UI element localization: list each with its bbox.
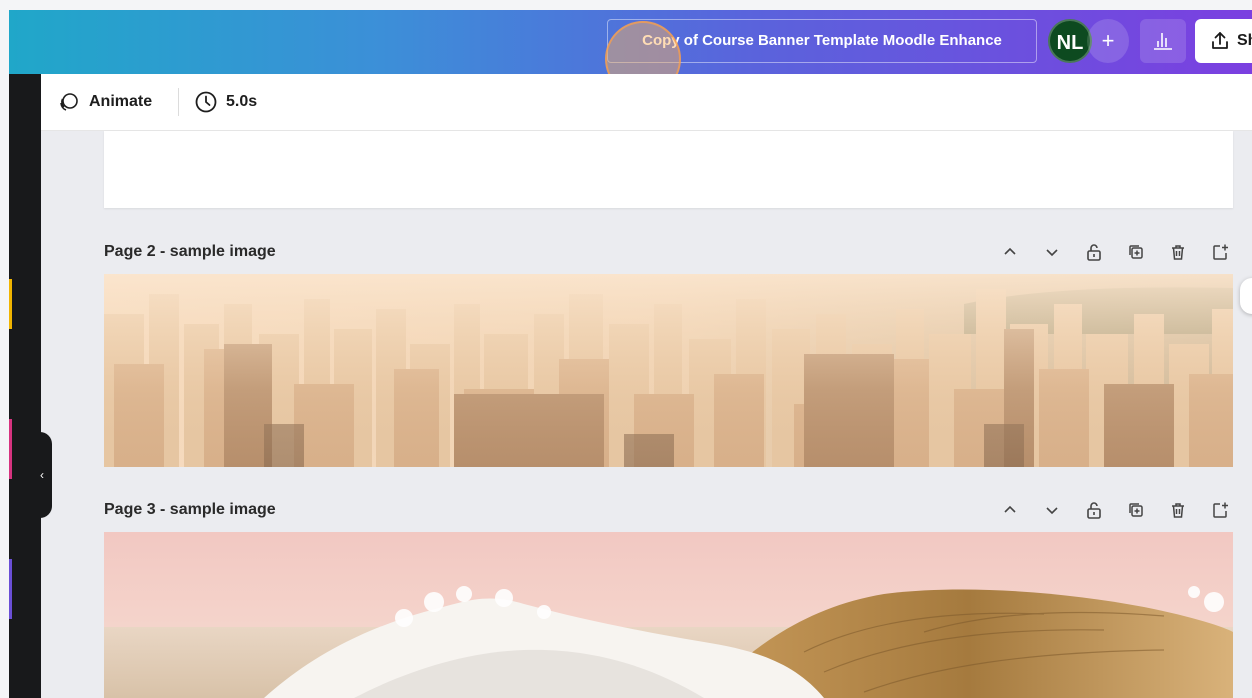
move-page-down-button[interactable]: [1038, 240, 1066, 264]
delete-page-button[interactable]: [1164, 240, 1192, 264]
trash-icon: [1172, 245, 1184, 260]
bar-chart-icon: [1154, 33, 1172, 50]
add-page-button[interactable]: [1206, 240, 1234, 264]
add-collaborator-button[interactable]: +: [1087, 19, 1129, 63]
chevron-down-icon: [1046, 507, 1058, 515]
city-skyline-image: [104, 274, 1233, 467]
chevron-up-icon: [1004, 505, 1016, 513]
delete-page-button[interactable]: [1164, 498, 1192, 522]
page-side-handle[interactable]: [1240, 278, 1252, 314]
rail-accent-purple: [9, 559, 12, 619]
side-panel-rail: [9, 74, 41, 698]
animate-icon: [60, 93, 78, 111]
design-title-field[interactable]: Copy of Course Banner Template Moodle En…: [607, 19, 1037, 63]
chevron-up-icon: [1004, 247, 1016, 255]
move-page-up-button[interactable]: [996, 498, 1024, 522]
lock-icon: [1087, 244, 1101, 261]
add-page-icon: [1213, 244, 1228, 260]
animate-label: Animate: [89, 93, 153, 110]
window-frame-left: [0, 0, 9, 698]
user-avatar[interactable]: NL: [1048, 19, 1092, 63]
move-page-down-button[interactable]: [1038, 498, 1066, 522]
page-2-actions: [996, 240, 1234, 264]
page-3-label: Page 3 - sample image: [104, 501, 276, 518]
clock-icon: [195, 91, 217, 113]
duration-label: 5.0s: [226, 93, 258, 110]
upload-icon: [1212, 31, 1228, 49]
editor-toolbar: Animate 5.0s: [41, 74, 1252, 131]
add-page-button[interactable]: [1206, 498, 1234, 522]
lock-page-button[interactable]: [1080, 498, 1108, 522]
page-2-image[interactable]: [104, 274, 1233, 467]
duplicate-icon: [1129, 245, 1143, 259]
share-button[interactable]: Sh: [1195, 19, 1252, 63]
trash-icon: [1172, 503, 1184, 518]
lock-page-button[interactable]: [1080, 240, 1108, 264]
page-3-actions: [996, 498, 1234, 522]
editor-header: Copy of Course Banner Template Moodle En…: [9, 10, 1252, 97]
collapse-panel-button[interactable]: ‹: [32, 432, 52, 518]
page-2-label: Page 2 - sample image: [104, 243, 276, 260]
toolbar-divider: [178, 88, 179, 116]
insights-button[interactable]: [1140, 19, 1186, 63]
duplicate-page-button[interactable]: [1122, 498, 1150, 522]
add-page-icon: [1213, 502, 1228, 518]
rail-accent-yellow: [9, 279, 12, 329]
lock-icon: [1087, 502, 1101, 519]
animate-button[interactable]: Animate: [57, 90, 152, 114]
share-label: Sh: [1237, 32, 1252, 49]
chevron-down-icon: [1046, 249, 1058, 257]
move-page-up-button[interactable]: [996, 240, 1024, 264]
duration-button[interactable]: 5.0s: [194, 90, 257, 114]
rail-accent-pink: [9, 419, 12, 479]
duplicate-icon: [1129, 503, 1143, 517]
page-1-canvas[interactable]: [104, 131, 1233, 208]
window-frame-top: [0, 0, 1252, 10]
ocean-wave-image: [104, 532, 1233, 698]
page-3-image[interactable]: [104, 532, 1233, 698]
duplicate-page-button[interactable]: [1122, 240, 1150, 264]
